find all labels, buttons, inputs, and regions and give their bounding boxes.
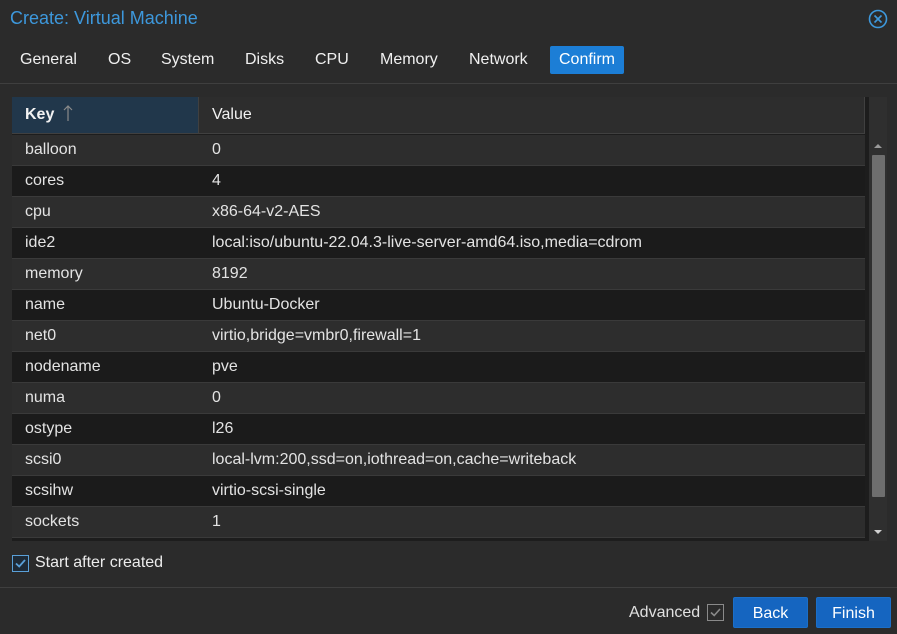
- cell-value: 0: [212, 389, 221, 406]
- scroll-up-icon[interactable]: [869, 137, 887, 155]
- cell-value: Ubuntu-Docker: [212, 296, 320, 313]
- column-header-key-label: Key: [25, 106, 55, 123]
- cell-key: cores: [25, 172, 65, 189]
- cell-key: numa: [25, 389, 66, 406]
- scrollbar-thumb[interactable]: [872, 155, 885, 497]
- cell-key: nodename: [25, 358, 101, 375]
- cell-value: local:iso/ubuntu-22.04.3-live-server-amd…: [212, 234, 642, 251]
- cell-key: ide2: [25, 234, 56, 251]
- table-row[interactable]: scsi0 local-lvm:200,ssd=on,iothread=on,ca…: [12, 445, 865, 476]
- vertical-scrollbar[interactable]: [869, 97, 887, 541]
- table-row[interactable]: nodename pve: [12, 352, 865, 383]
- tab-network[interactable]: Network: [460, 46, 537, 74]
- cell-value: 1: [212, 513, 221, 530]
- cell-key: sockets: [25, 513, 80, 530]
- tab-confirm[interactable]: Confirm: [550, 46, 625, 74]
- tab-os[interactable]: OS: [99, 46, 140, 74]
- cell-key: memory: [25, 265, 83, 282]
- table-row[interactable]: balloon 0: [12, 135, 865, 166]
- cell-key: name: [25, 296, 66, 313]
- table-row[interactable]: scsihw virtio-scsi-single: [12, 476, 865, 507]
- advanced-label: Advanced: [629, 604, 701, 621]
- window-title: Create: Virtual Machine: [10, 8, 198, 28]
- tab-cpu[interactable]: CPU: [306, 46, 358, 74]
- table-row[interactable]: memory 8192: [12, 259, 865, 290]
- arrow-up-icon: [63, 100, 73, 136]
- cell-key: scsihw: [25, 482, 74, 499]
- cell-key: balloon: [25, 141, 77, 158]
- close-icon[interactable]: [868, 9, 888, 29]
- start-after-created-checkbox[interactable]: [12, 555, 29, 572]
- tab-memory[interactable]: Memory: [371, 46, 447, 74]
- table-row[interactable]: name Ubuntu-Docker: [12, 290, 865, 321]
- cell-key: scsi0: [25, 451, 62, 468]
- cell-key: net0: [25, 327, 57, 344]
- grid-header: Key Value: [12, 97, 865, 134]
- advanced-checkbox[interactable]: [707, 604, 724, 621]
- cell-value: l26: [212, 420, 234, 437]
- tab-general[interactable]: General: [11, 46, 86, 74]
- window-titlebar: Create: Virtual Machine: [0, 0, 897, 38]
- table-row[interactable]: cores 4: [12, 166, 865, 197]
- cell-value: virtio,bridge=vmbr0,firewall=1: [212, 327, 421, 344]
- cell-value: x86-64-v2-AES: [212, 203, 321, 220]
- wizard-tabs: General OS System Disks CPU Memory Netwo…: [0, 38, 897, 84]
- dialog-footer: Advanced Back Finish: [0, 587, 897, 634]
- column-header-value[interactable]: Value: [199, 97, 865, 133]
- cell-key: ostype: [25, 420, 73, 437]
- table-row[interactable]: ide2 local:iso/ubuntu-22.04.3-live-server…: [12, 228, 865, 259]
- confirm-grid: Key Value balloon 0 cores 4 cpu x86-64-v2-AES…: [12, 97, 887, 541]
- cell-value: 4: [212, 172, 221, 189]
- finish-button[interactable]: Finish: [816, 597, 891, 628]
- table-row[interactable]: net0 virtio,bridge=vmbr0,firewall=1: [12, 321, 865, 352]
- table-row[interactable]: numa 0: [12, 383, 865, 414]
- cell-value: pve: [212, 358, 238, 375]
- cell-value: local-lvm:200,ssd=on,iothread=on,cache=w…: [212, 451, 577, 468]
- table-row[interactable]: cpu x86-64-v2-AES: [12, 197, 865, 228]
- cell-value: 0: [212, 141, 221, 158]
- tab-system[interactable]: System: [152, 46, 223, 74]
- tab-disks[interactable]: Disks: [236, 46, 293, 74]
- scroll-down-icon[interactable]: [869, 523, 887, 541]
- back-button[interactable]: Back: [733, 597, 808, 628]
- column-header-key[interactable]: Key: [12, 97, 199, 133]
- cell-value: virtio-scsi-single: [212, 482, 326, 499]
- start-after-created-label: Start after created: [35, 554, 164, 571]
- cell-value: 8192: [212, 265, 248, 282]
- table-row[interactable]: sockets 1: [12, 507, 865, 538]
- table-row[interactable]: ostype l26: [12, 414, 865, 445]
- grid-body: balloon 0 cores 4 cpu x86-64-v2-AES ide2 local:…: [12, 135, 865, 538]
- cell-key: cpu: [25, 203, 51, 220]
